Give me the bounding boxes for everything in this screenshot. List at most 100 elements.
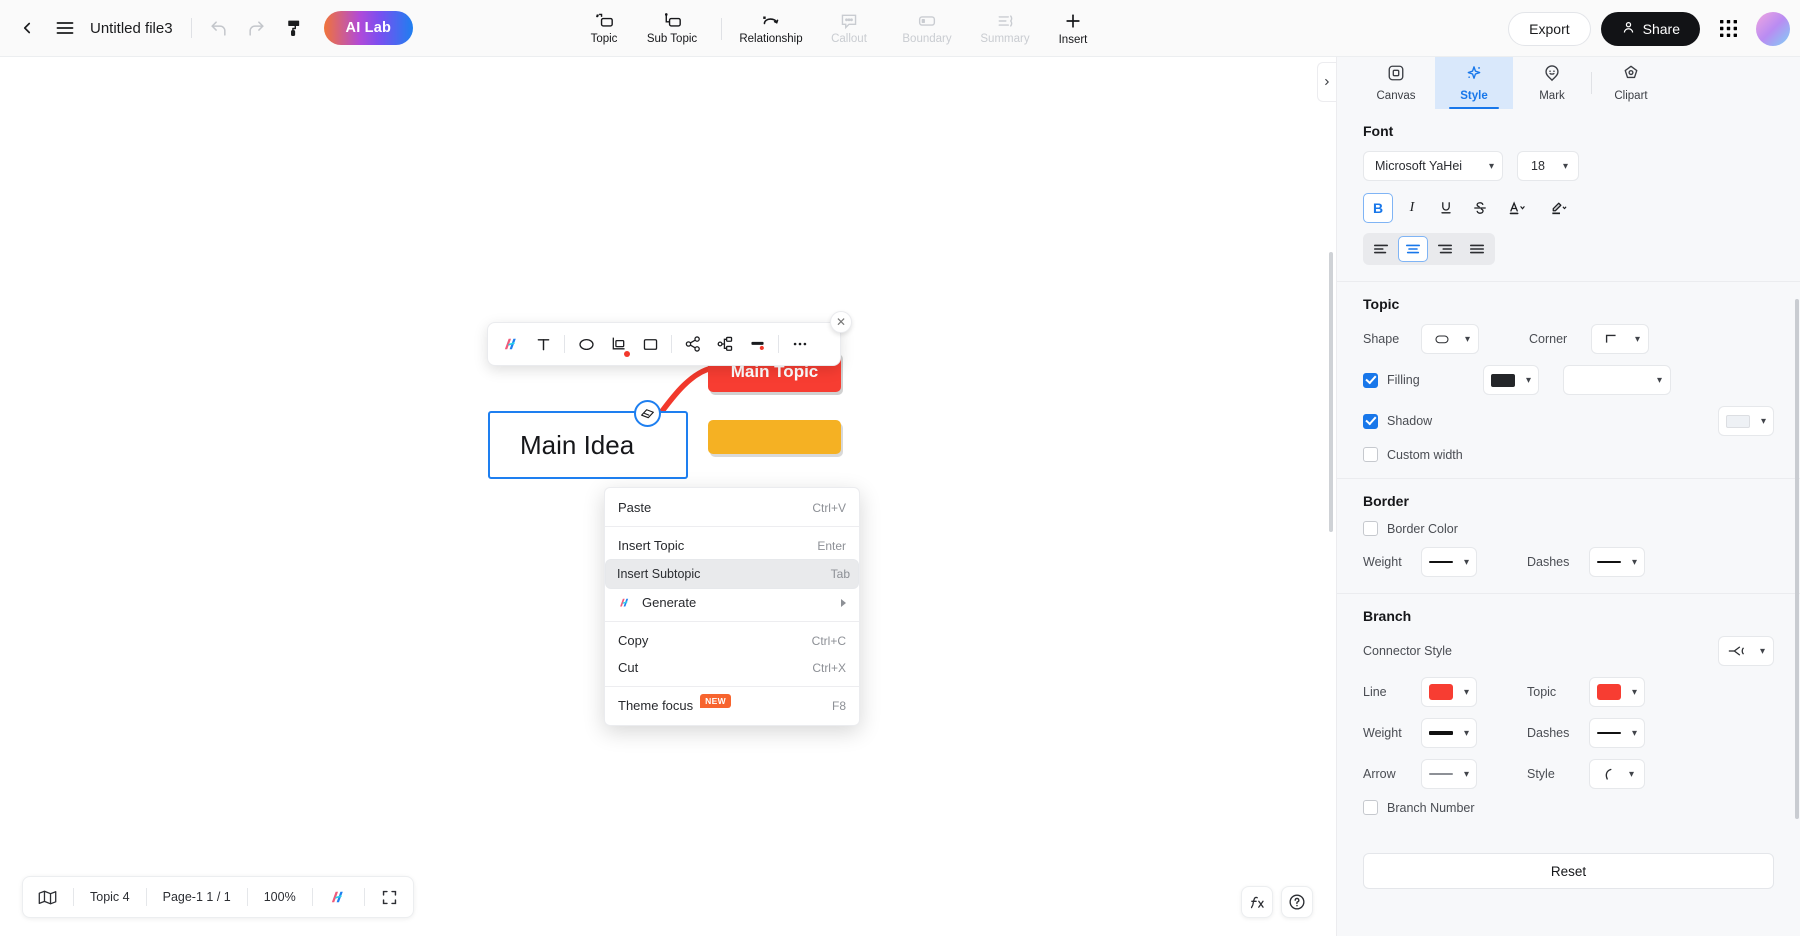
highlight-pen-icon[interactable] <box>1541 193 1579 223</box>
tool-topic[interactable]: Topic <box>575 2 633 55</box>
custom-width-checkbox[interactable] <box>1363 447 1378 462</box>
chevron-down-icon: ▾ <box>1488 160 1494 172</box>
menu-item-paste[interactable]: Paste Ctrl+V <box>605 494 859 521</box>
zoom-level[interactable]: 100% <box>255 881 305 913</box>
curve-style-icon <box>1605 768 1612 780</box>
ai-sparkle-icon[interactable] <box>320 881 357 913</box>
bold-button[interactable]: B <box>1363 193 1393 223</box>
back-button[interactable] <box>8 9 46 47</box>
border-weight-select[interactable]: ▾ <box>1421 547 1477 577</box>
tool-insert[interactable]: Insert <box>1044 2 1102 55</box>
ellipse-icon[interactable] <box>571 329 601 359</box>
format-painter-icon[interactable] <box>276 9 314 47</box>
avatar[interactable] <box>1756 11 1790 46</box>
font-family-select[interactable]: Microsoft YaHei ▾ <box>1363 151 1503 181</box>
panel-toggle-button[interactable] <box>1317 62 1336 102</box>
close-icon[interactable]: ✕ <box>830 311 852 333</box>
align-center-button[interactable] <box>1398 236 1428 262</box>
apps-grid-icon[interactable] <box>1710 11 1746 47</box>
filling-checkbox[interactable] <box>1363 372 1378 388</box>
chevron-down-icon: ▾ <box>1562 160 1568 172</box>
line-color-icon[interactable] <box>742 329 772 359</box>
border-color-label: Border Color <box>1387 521 1458 536</box>
node-share-icon[interactable] <box>678 329 708 359</box>
border-weight-label: Weight <box>1363 555 1402 569</box>
menu-item-insert-subtopic[interactable]: Insert Subtopic Tab <box>605 559 859 589</box>
branch-number-checkbox[interactable] <box>1363 800 1378 815</box>
text-color-button[interactable] <box>1499 193 1537 223</box>
divider <box>778 335 779 353</box>
tool-callout[interactable]: Callout <box>810 2 888 55</box>
align-left-button[interactable] <box>1366 236 1396 262</box>
filling-color-select[interactable]: ▾ <box>1483 365 1539 395</box>
crop-shape-icon[interactable] <box>603 329 633 359</box>
branch-line-color-select[interactable]: ▾ <box>1421 677 1477 707</box>
page-info[interactable]: Page-1 1 / 1 <box>154 881 240 913</box>
section-topic: Topic Shape ▾ Corner ▾ Filling ▾ ▾ Shado… <box>1337 282 1800 479</box>
menu-item-theme-focus[interactable]: Theme focus NEW F8 <box>605 692 859 719</box>
rectangle-icon[interactable] <box>635 329 665 359</box>
hamburger-menu-icon[interactable] <box>46 9 84 47</box>
ellipsis-icon[interactable] <box>785 329 815 359</box>
shadow-style-select[interactable]: ▾ <box>1718 406 1774 436</box>
branch-dashes-select[interactable]: ▾ <box>1589 718 1645 748</box>
text-T-icon[interactable] <box>528 329 558 359</box>
map-overview-icon[interactable] <box>29 881 66 913</box>
tool-summary[interactable]: Summary <box>966 2 1044 55</box>
subtopic-node-yellow[interactable] <box>708 420 841 454</box>
tab-style[interactable]: Style <box>1435 57 1513 109</box>
filling-gradient-select[interactable]: ▾ <box>1563 365 1671 395</box>
branch-weight-select[interactable]: ▾ <box>1421 718 1477 748</box>
branch-line-row: Line ▾ Topic ▾ <box>1363 677 1774 707</box>
panel-scrollbar[interactable] <box>1795 299 1799 819</box>
redo-icon[interactable] <box>238 9 276 47</box>
tab-mark[interactable]: Mark <box>1513 57 1591 109</box>
corner-select[interactable]: ▾ <box>1591 324 1649 354</box>
tab-clipart[interactable]: Clipart <box>1592 57 1670 109</box>
strikethrough-button[interactable] <box>1465 193 1495 223</box>
divider <box>145 888 147 906</box>
help-question-icon[interactable] <box>1281 886 1313 918</box>
underline-button[interactable] <box>1431 193 1461 223</box>
border-color-checkbox[interactable] <box>1363 521 1378 536</box>
align-right-button[interactable] <box>1430 236 1460 262</box>
collapse-branch-icon[interactable] <box>634 400 661 427</box>
tool-relationship[interactable]: Relationship <box>732 2 810 55</box>
menu-item-insert-topic[interactable]: Insert Topic Enter <box>605 532 859 559</box>
branch-topic-color-select[interactable]: ▾ <box>1589 677 1645 707</box>
branch-weight-row: Weight ▾ Dashes ▾ <box>1363 718 1774 748</box>
tool-boundary-label: Boundary <box>902 33 952 45</box>
reset-button[interactable]: Reset <box>1363 853 1774 889</box>
chevron-down-icon: ▾ <box>1628 768 1635 780</box>
mindmap-canvas[interactable]: Main Topic Main Idea ✕ Paste Ctrl+V Inse… <box>0 57 1336 936</box>
fullscreen-icon[interactable] <box>372 881 407 913</box>
share-button[interactable]: Share <box>1600 11 1700 46</box>
branch-style-select[interactable]: ▾ <box>1589 759 1645 789</box>
ai-sparkle-icon[interactable] <box>496 329 526 359</box>
clipart-star-icon <box>1622 64 1640 87</box>
menu-item-generate[interactable]: Generate <box>605 589 859 616</box>
italic-button[interactable]: I <box>1397 193 1427 223</box>
chevron-down-icon: ▾ <box>1463 556 1470 568</box>
tool-boundary[interactable]: Boundary <box>888 2 966 55</box>
file-title[interactable]: Untitled file3 <box>90 20 173 37</box>
fx-formula-icon[interactable] <box>1241 886 1273 918</box>
shadow-checkbox[interactable] <box>1363 413 1378 429</box>
connector-style-select[interactable]: ▾ <box>1718 636 1774 666</box>
menu-item-copy[interactable]: Copy Ctrl+C <box>605 627 859 654</box>
shape-select[interactable]: ▾ <box>1421 324 1479 354</box>
ai-lab-button[interactable]: AI Lab <box>323 11 414 45</box>
branch-arrow-select[interactable]: ▾ <box>1421 759 1477 789</box>
topic-count[interactable]: Topic 4 <box>81 881 139 913</box>
undo-icon[interactable] <box>200 9 238 47</box>
font-size-select[interactable]: 18 ▾ <box>1517 151 1579 181</box>
tool-sub-topic[interactable]: Sub Topic <box>633 2 711 55</box>
canvas-scrollbar[interactable] <box>1329 252 1333 532</box>
border-dashes-select[interactable]: ▾ <box>1589 547 1645 577</box>
branch-layout-icon[interactable] <box>710 329 740 359</box>
menu-item-cut[interactable]: Cut Ctrl+X <box>605 654 859 681</box>
tab-canvas[interactable]: Canvas <box>1357 57 1435 109</box>
new-badge: NEW <box>700 693 731 708</box>
export-button[interactable]: Export <box>1508 11 1591 46</box>
align-justify-button[interactable] <box>1462 236 1492 262</box>
